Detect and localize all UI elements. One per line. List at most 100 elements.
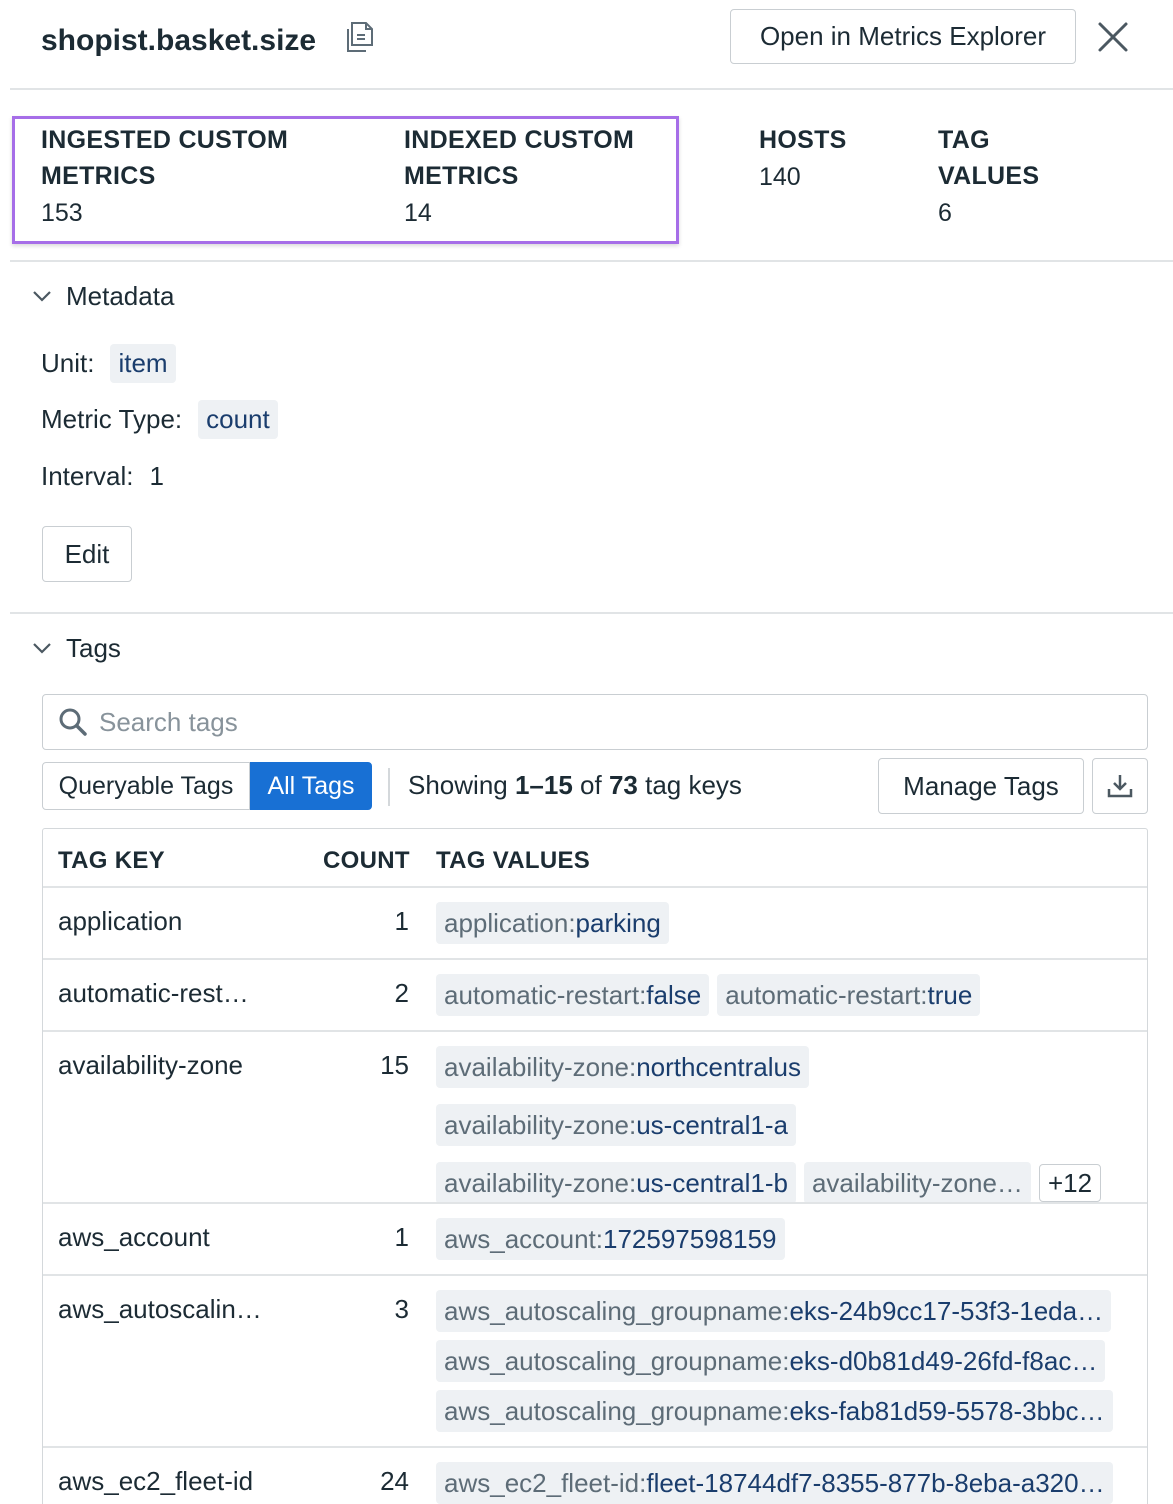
tag-key: application <box>58 906 183 936</box>
close-icon[interactable] <box>1092 16 1134 58</box>
chip-key: availability-zone: <box>444 1051 637 1082</box>
unit-row: Unit: item <box>41 344 176 383</box>
chip-key: availability-zone… <box>811 1167 1023 1198</box>
column-header-tag-key: TAG KEY <box>58 847 165 874</box>
tag-value-chip[interactable]: application: parking <box>436 902 669 944</box>
tag-value-chip[interactable]: availability-zone: us-central1-b <box>436 1162 796 1204</box>
tag-value-chip[interactable]: availability-zone… <box>803 1162 1031 1204</box>
tag-value-chip[interactable]: aws_ec2_fleet-id: fleet-18744df7-8355-877… <box>436 1462 1113 1504</box>
metric-title: shopist.basket.size <box>41 24 317 57</box>
tag-value-chip[interactable]: automatic-restart: false <box>436 974 710 1016</box>
chip-key: aws_autoscaling_groupname: <box>444 1395 790 1426</box>
chip-key: aws_ec2_fleet-id: <box>444 1467 647 1498</box>
chip-value: northcentralus <box>636 1051 801 1082</box>
separator <box>388 768 390 806</box>
divider <box>10 88 1173 90</box>
table-row[interactable]: aws_account 1 aws_account: 172597598159 <box>43 1202 1147 1274</box>
tags-section-toggle[interactable]: Tags <box>30 628 121 668</box>
tag-count: 3 <box>394 1294 409 1324</box>
tab-all-tags[interactable]: All Tags <box>250 762 372 810</box>
unit-value: item <box>110 344 176 383</box>
highlight-box <box>12 116 679 244</box>
metric-type-value: count <box>198 400 278 439</box>
table-row[interactable]: automatic-rest… 2 automatic-restart: fals… <box>43 958 1147 1030</box>
tag-search-box[interactable] <box>42 694 1148 750</box>
download-button[interactable] <box>1092 758 1148 814</box>
interval-label: Interval: <box>41 461 134 491</box>
chip-key: availability-zone: <box>444 1109 637 1140</box>
chip-value: parking <box>575 907 661 938</box>
hosts-label: HOSTS <box>759 126 847 154</box>
showing-of: of <box>572 770 609 800</box>
chip-value: us-central1-b <box>636 1167 788 1198</box>
table-row[interactable]: aws_ec2_fleet-id 24 aws_ec2_fleet-id: fle… <box>43 1446 1147 1504</box>
tag-key: aws_account <box>58 1222 210 1252</box>
column-header-tag-values: TAG VALUES <box>436 847 591 874</box>
showing-count: Showing 1–15 of 73 tag keys <box>408 770 742 801</box>
open-in-metrics-explorer-button[interactable]: Open in Metrics Explorer <box>730 9 1076 64</box>
tag-values-label-line1: TAG <box>938 126 990 154</box>
showing-range: 1–15 <box>514 770 573 800</box>
table-row[interactable]: availability-zone 15 availability-zone: n… <box>43 1030 1147 1204</box>
more-values-button[interactable]: +12 <box>1038 1164 1102 1202</box>
hosts-value: 140 <box>759 163 801 191</box>
tag-count: 24 <box>380 1466 409 1496</box>
chip-key: automatic-restart: <box>444 979 647 1010</box>
interval-value: 1 <box>149 461 164 491</box>
tag-value-chip[interactable]: aws_autoscaling_groupname: eks-d0b81d49-2… <box>436 1340 1106 1382</box>
metric-type-row: Metric Type: count <box>41 400 278 439</box>
tag-values-label: TAG VALUES <box>938 122 1039 194</box>
copy-icon[interactable] <box>340 17 380 57</box>
tag-value-chip[interactable]: aws_autoscaling_groupname: eks-fab81d59-5… <box>436 1390 1113 1432</box>
tag-key: aws_autoscalin… <box>58 1294 262 1324</box>
download-icon <box>1107 775 1133 798</box>
showing-total: 73 <box>608 770 638 800</box>
metric-type-label: Metric Type: <box>41 404 183 434</box>
tag-key: automatic-rest… <box>58 978 249 1008</box>
panel-header: shopist.basket.size Open in Metrics Expl… <box>0 0 1173 88</box>
tags-table: TAG KEY COUNT TAG VALUES application 1 a… <box>42 828 1148 1504</box>
chip-value: eks-fab81d59-5578-3bbc… <box>789 1395 1105 1426</box>
manage-tags-button[interactable]: Manage Tags <box>878 758 1084 814</box>
tag-value-chip[interactable]: aws_account: 172597598159 <box>436 1218 785 1260</box>
showing-prefix: Showing <box>408 770 515 800</box>
metadata-section-toggle[interactable]: Metadata <box>30 276 174 316</box>
tag-key: availability-zone <box>58 1050 243 1080</box>
tag-value-chip[interactable]: availability-zone: us-central1-a <box>436 1104 796 1146</box>
tag-count: 1 <box>394 1222 409 1252</box>
tag-value-chip[interactable]: availability-zone: northcentralus <box>436 1046 809 1088</box>
tag-count: 2 <box>394 978 409 1008</box>
tag-values-value: 6 <box>938 199 952 227</box>
table-row[interactable]: application 1 application: parking <box>43 886 1147 958</box>
chip-key: aws_account: <box>444 1223 603 1254</box>
chip-value: eks-24b9cc17-53f3-1eda… <box>789 1295 1104 1326</box>
showing-suffix: tag keys <box>637 770 742 800</box>
tag-count: 1 <box>394 906 409 936</box>
metadata-title: Metadata <box>66 280 175 311</box>
chip-value: us-central1-a <box>636 1109 788 1140</box>
chip-key: availability-zone: <box>444 1167 637 1198</box>
chip-value: true <box>927 979 973 1010</box>
chip-key: automatic-restart: <box>725 979 928 1010</box>
tag-value-chip[interactable]: automatic-restart: true <box>717 974 981 1016</box>
interval-row: Interval: 1 <box>41 461 164 492</box>
search-input[interactable] <box>99 706 1099 738</box>
column-header-count: COUNT <box>323 847 410 874</box>
chip-key: application: <box>444 907 576 938</box>
chevron-down-icon <box>33 291 51 302</box>
tag-value-chip[interactable]: aws_autoscaling_groupname: eks-24b9cc17-5… <box>436 1290 1112 1332</box>
divider <box>10 260 1173 262</box>
divider <box>10 612 1173 614</box>
tab-queryable-tags[interactable]: Queryable Tags <box>42 762 250 810</box>
tag-count: 15 <box>380 1050 409 1080</box>
chip-value: 172597598159 <box>602 1223 777 1254</box>
search-icon <box>59 708 87 736</box>
edit-button[interactable]: Edit <box>42 526 132 582</box>
chip-key: aws_autoscaling_groupname: <box>444 1295 790 1326</box>
table-row[interactable]: aws_autoscalin… 3 aws_autoscaling_groupn… <box>43 1274 1147 1446</box>
unit-label: Unit: <box>41 348 95 378</box>
tags-title: Tags <box>66 632 121 663</box>
tag-values-label-line2: VALUES <box>938 162 1040 190</box>
chip-value: eks-d0b81d49-26fd-f8ac… <box>789 1345 1098 1376</box>
tag-key: aws_ec2_fleet-id <box>58 1466 254 1496</box>
